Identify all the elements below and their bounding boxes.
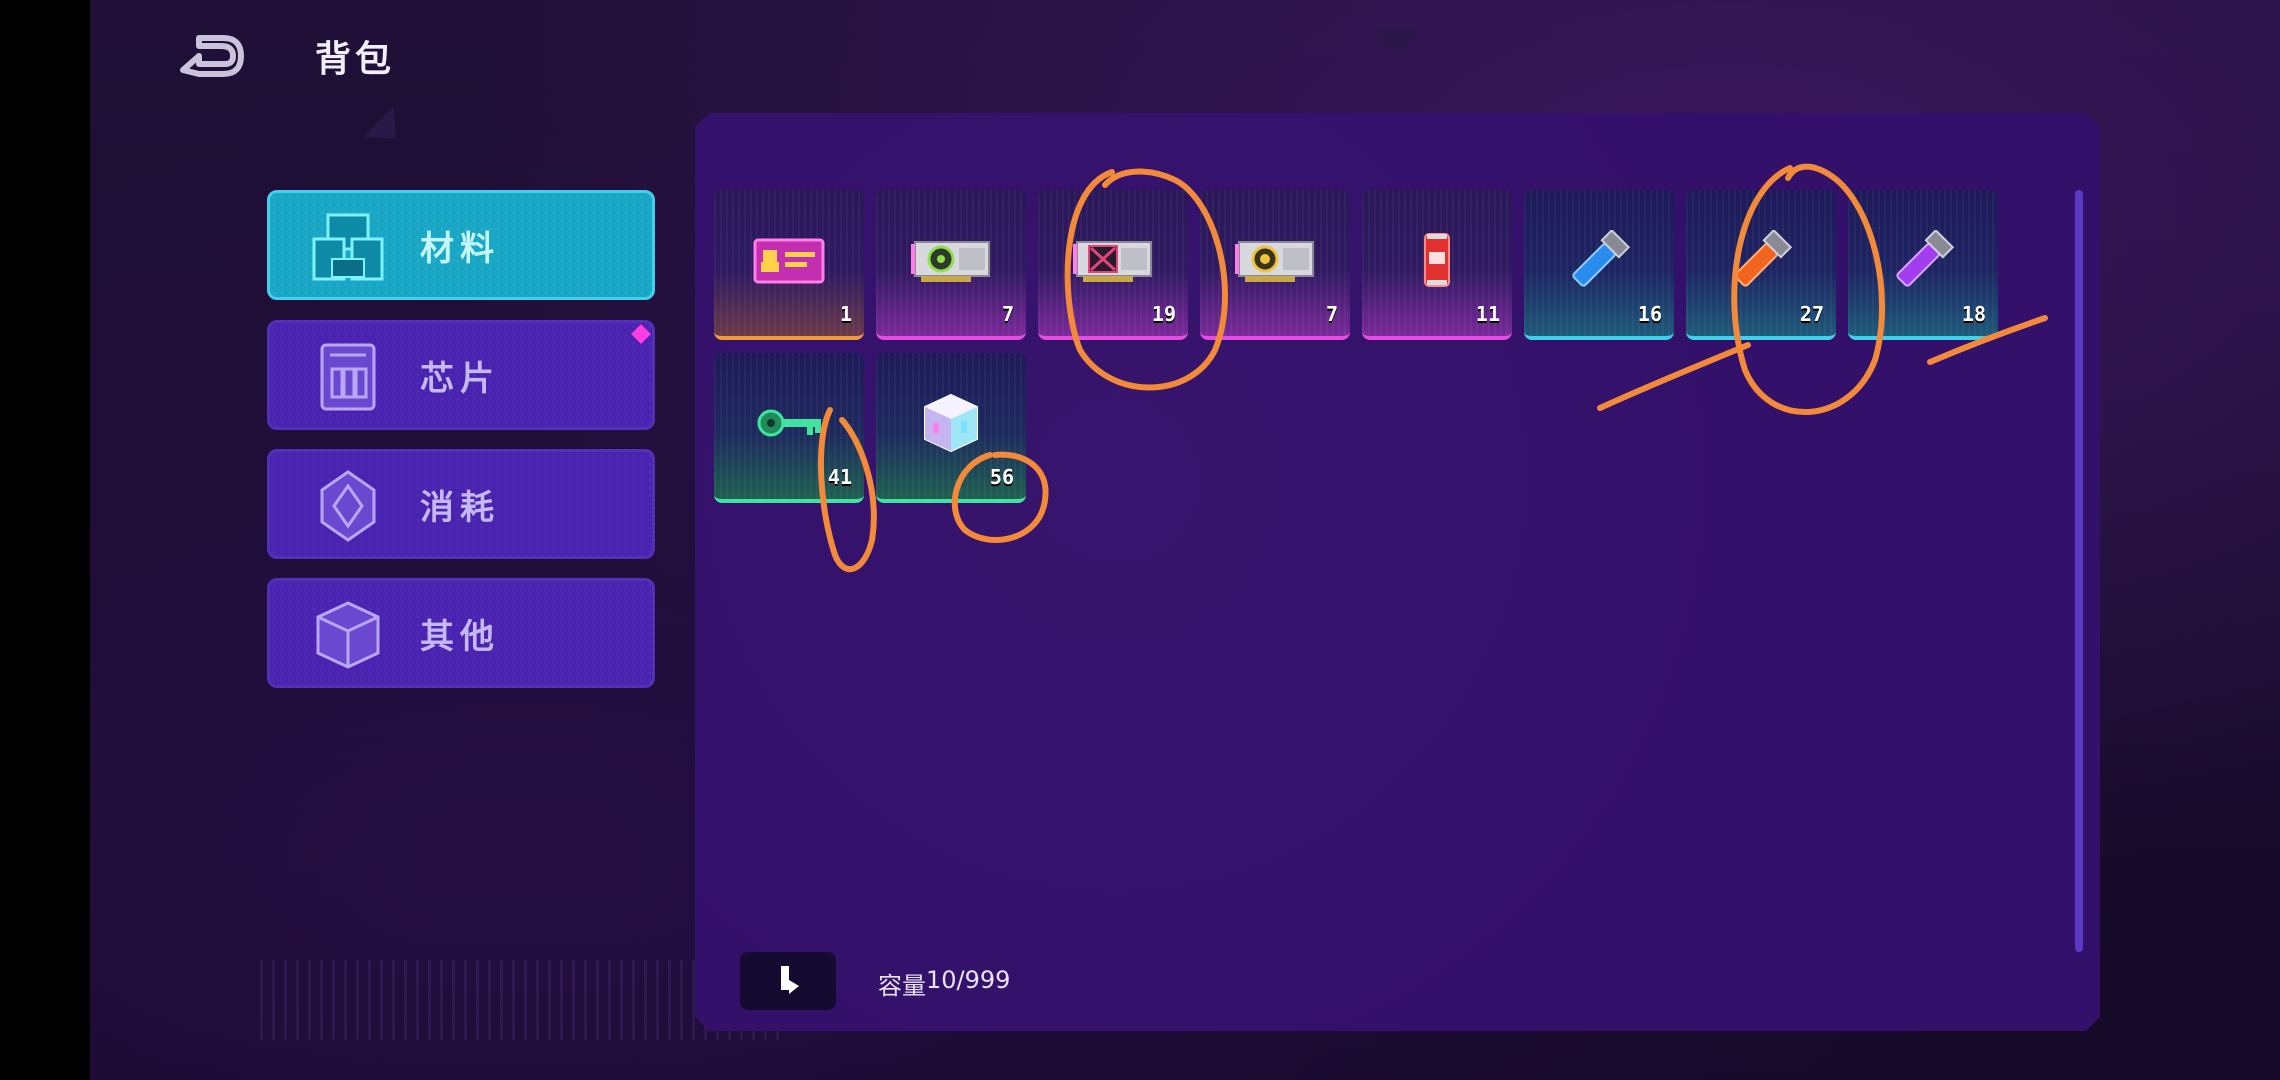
blue-tube-icon bbox=[1572, 230, 1631, 287]
inventory-slot[interactable]: 27 bbox=[1686, 190, 1836, 340]
gpu-card-green-icon bbox=[911, 241, 990, 282]
purple-tube-icon bbox=[1896, 230, 1955, 287]
sort-down-icon bbox=[781, 966, 799, 994]
gpu-card-yellow-icon bbox=[1235, 241, 1314, 282]
inventory-slot[interactable]: 1 bbox=[714, 190, 864, 340]
inventory-slot[interactable]: 7 bbox=[1200, 190, 1350, 340]
tab-label: 芯片 bbox=[420, 358, 500, 399]
tab-consumables[interactable]: 消耗 bbox=[267, 449, 655, 559]
decor-triangle bbox=[1375, 30, 1419, 54]
capacity-readout: 容量 10/999 bbox=[878, 966, 1010, 1001]
new-badge-dot bbox=[631, 324, 651, 344]
consumable-gem-icon bbox=[320, 470, 376, 542]
item-count: 56 bbox=[989, 465, 1014, 489]
item-count: 7 bbox=[1325, 302, 1338, 326]
page-title: 背包 bbox=[315, 39, 396, 80]
id-card-icon bbox=[753, 238, 825, 284]
cube-icon bbox=[316, 601, 380, 669]
tab-label: 其他 bbox=[420, 616, 500, 657]
inventory-slot[interactable]: 18 bbox=[1848, 190, 1998, 340]
back-button[interactable] bbox=[170, 28, 250, 88]
inventory-slot[interactable]: 7 bbox=[876, 190, 1026, 340]
item-count: 16 bbox=[1637, 302, 1662, 326]
tab-others[interactable]: 其他 bbox=[267, 578, 655, 688]
soda-can-icon bbox=[1424, 233, 1450, 287]
decor-triangle bbox=[362, 105, 412, 155]
capacity-label: 容量 bbox=[878, 972, 926, 1000]
materials-icon bbox=[312, 213, 384, 281]
inventory-slot[interactable]: 41 bbox=[714, 353, 864, 503]
inventory-slot[interactable]: 19 bbox=[1038, 190, 1188, 340]
capacity-value: 10/999 bbox=[926, 966, 1011, 994]
gpu-card-red-icon bbox=[1073, 241, 1152, 282]
item-count: 1 bbox=[839, 302, 852, 326]
tab-materials[interactable]: 材料 bbox=[267, 190, 655, 300]
green-key-icon bbox=[757, 409, 821, 437]
item-count: 11 bbox=[1475, 302, 1500, 326]
inventory-slot[interactable]: 56 bbox=[876, 353, 1026, 503]
holo-cube-icon bbox=[924, 393, 978, 453]
inventory-slot[interactable]: 11 bbox=[1362, 190, 1512, 340]
inventory-scrollbar[interactable] bbox=[2075, 190, 2083, 952]
tab-chips[interactable]: 芯片 bbox=[267, 320, 655, 430]
orange-tube-icon bbox=[1734, 230, 1793, 287]
chip-icon bbox=[320, 343, 376, 411]
item-count: 19 bbox=[1151, 302, 1176, 326]
item-count: 41 bbox=[827, 465, 852, 489]
tab-label: 消耗 bbox=[420, 487, 500, 528]
inventory-slot[interactable]: 16 bbox=[1524, 190, 1674, 340]
back-arrow-icon bbox=[180, 35, 244, 77]
sort-button[interactable] bbox=[740, 952, 836, 1010]
tab-label: 材料 bbox=[420, 228, 500, 269]
item-count: 18 bbox=[1961, 302, 1986, 326]
item-count: 7 bbox=[1001, 302, 1014, 326]
item-count: 27 bbox=[1799, 302, 1824, 326]
